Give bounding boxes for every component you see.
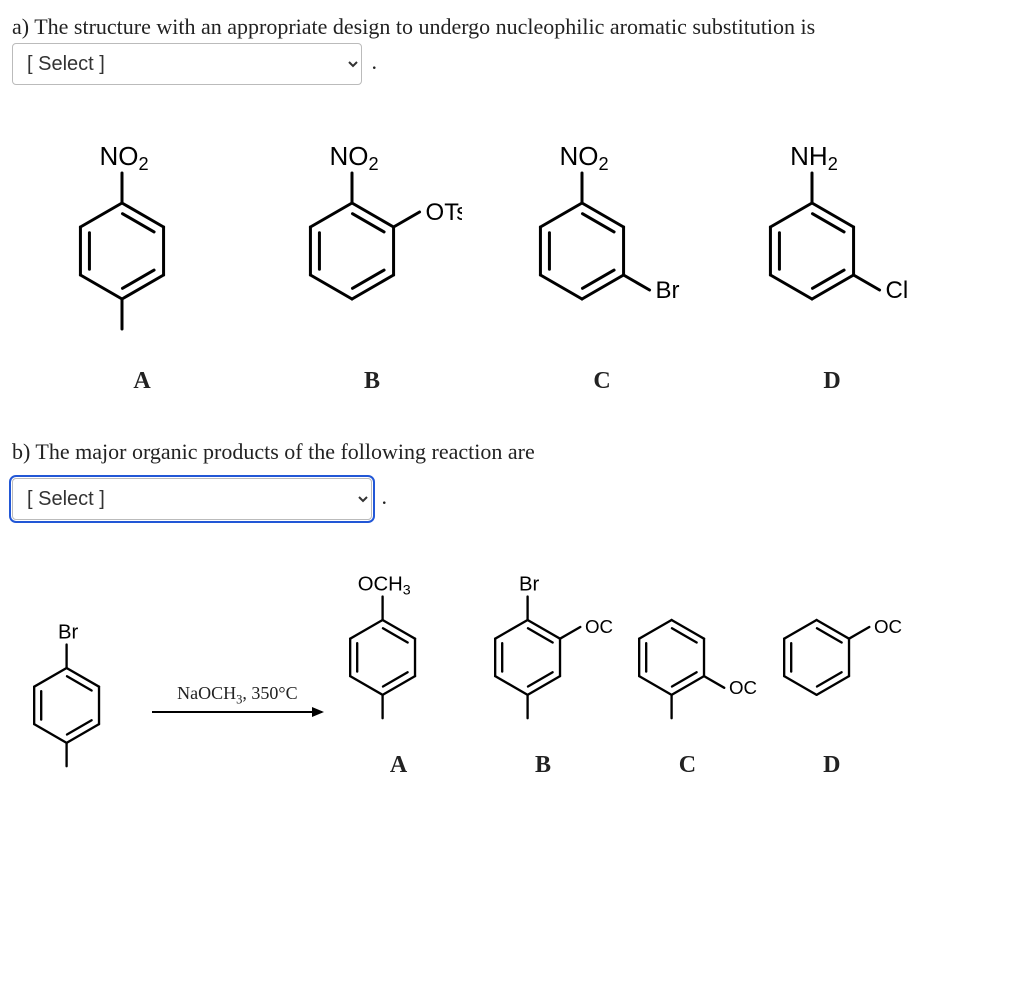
structure-a-label: C: [593, 363, 610, 399]
part-b-block: b) The major organic products of the fol…: [12, 435, 1012, 783]
svg-text:OCH3: OCH3: [729, 677, 757, 700]
product-D: OCH3 D: [762, 556, 902, 783]
part-b-period: .: [382, 484, 388, 509]
svg-text:Cl: Cl: [886, 277, 909, 304]
structure-a-B: NO2 OTs B: [282, 121, 462, 399]
svg-text:Br: Br: [656, 277, 680, 304]
part-b-select[interactable]: [ Select ]: [12, 478, 372, 520]
structure-a-label: D: [823, 363, 840, 399]
part-a-structures: NO2 A NO2 OTs B NO2 Br C NH2 Cl D: [52, 121, 1012, 399]
part-b-text-row: b) The major organic products of the fol…: [12, 435, 1012, 468]
part-a-period: .: [372, 49, 378, 74]
svg-text:OCH3: OCH3: [358, 573, 411, 598]
svg-text:NH2: NH2: [790, 141, 838, 174]
reagent-label: NaOCH3, 350°C: [177, 680, 298, 709]
product-C: OCH3 C: [617, 556, 757, 783]
product-label: B: [535, 747, 551, 783]
svg-text:Br: Br: [519, 573, 540, 595]
product-A: OCH3 A: [328, 556, 468, 783]
svg-text:NO2: NO2: [99, 141, 148, 174]
structure-a-C: NO2 Br C: [512, 121, 692, 399]
reaction-arrow: NaOCH3, 350°C: [152, 680, 322, 783]
part-b-prompt: b) The major organic products of the fol…: [12, 439, 535, 464]
svg-text:OCH3: OCH3: [585, 616, 613, 639]
svg-text:OTs: OTs: [426, 199, 462, 226]
structure-a-A: NO2 A: [52, 121, 232, 399]
part-a-prompt: a) The structure with an appropriate des…: [12, 14, 815, 39]
structure-a-D: NH2 Cl D: [742, 121, 922, 399]
part-a-block: a) The structure with an appropriate des…: [12, 10, 1012, 399]
svg-text:NO2: NO2: [329, 141, 378, 174]
product-label: C: [679, 747, 696, 783]
svg-text:OCH3: OCH3: [874, 616, 902, 639]
svg-text:NO2: NO2: [559, 141, 608, 174]
part-b-reaction: Br NaOCH3, 350°C OCH3 A Br OCH3 B OCH3 C OCH3 D: [12, 556, 1012, 783]
product-B: Br OCH3 B: [473, 556, 613, 783]
product-label: D: [823, 747, 840, 783]
structure-a-label: A: [133, 363, 150, 399]
svg-text:Br: Br: [58, 621, 79, 643]
part-a-text-row: a) The structure with an appropriate des…: [12, 10, 1012, 85]
product-label: A: [390, 747, 407, 783]
structure-a-label: B: [364, 363, 380, 399]
part-a-select[interactable]: [ Select ]: [12, 43, 362, 85]
reactant: Br: [12, 604, 152, 783]
